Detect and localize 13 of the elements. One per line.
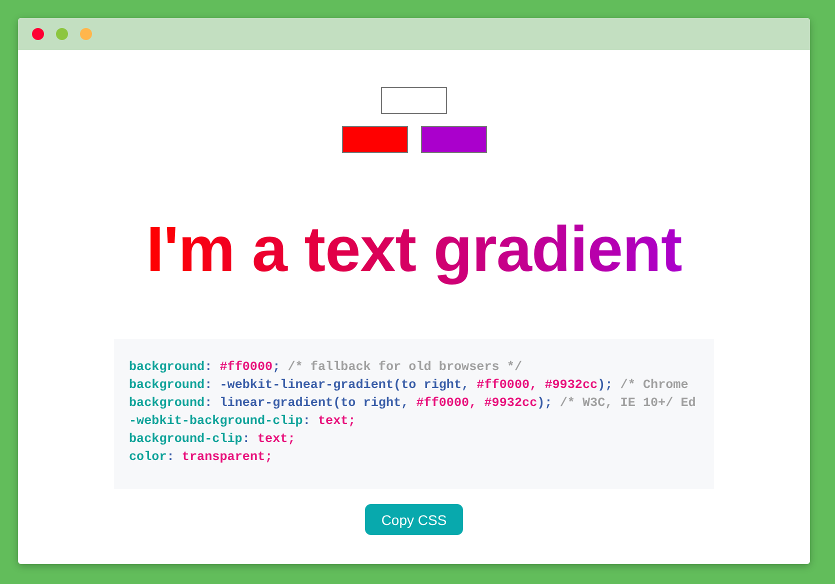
window-control-dot[interactable] bbox=[80, 28, 92, 40]
code-line: background: -webkit-linear-gradient(to right, #ff0000, #9932cc); /* Chrome bbox=[129, 377, 690, 394]
copy-css-button[interactable]: Copy CSS bbox=[365, 504, 463, 535]
code-line: background: linear-gradient(to right, #ff0000, #9932cc); /* W3C, IE 10+/ Ed bbox=[129, 395, 697, 412]
code-line: background-clip: text; bbox=[129, 431, 296, 448]
code-line: -webkit-background-clip: text; bbox=[129, 413, 357, 430]
color-swatch[interactable] bbox=[420, 126, 486, 153]
code-line: background: #ff0000; /* fallback for old browsers */ bbox=[129, 359, 524, 376]
window-control-dot[interactable] bbox=[56, 28, 68, 40]
color-swatch[interactable] bbox=[342, 126, 408, 153]
code-line: color: transparent; bbox=[129, 449, 274, 466]
blank-swatch[interactable] bbox=[381, 87, 447, 114]
window-control-dot[interactable] bbox=[32, 28, 44, 40]
